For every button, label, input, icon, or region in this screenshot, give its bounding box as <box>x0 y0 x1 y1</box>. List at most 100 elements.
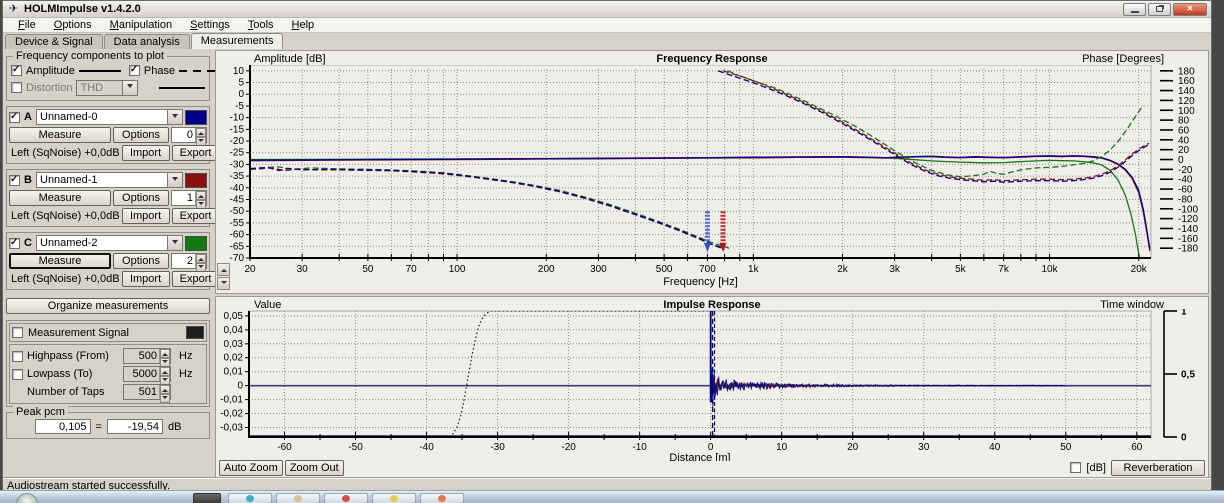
measurement-b-name-select[interactable]: Unnamed-1 <box>36 172 183 188</box>
minimize-button[interactable] <box>1123 3 1146 16</box>
distance-tick-label: -10 <box>632 442 647 453</box>
peak-pcm-input[interactable] <box>35 419 91 434</box>
lowpass-spinner[interactable]: 5000 <box>123 366 171 382</box>
auto-zoom-button[interactable]: Auto Zoom <box>219 460 283 476</box>
scroll-down-button[interactable] <box>217 277 230 290</box>
spin-up-icon[interactable] <box>160 367 170 376</box>
distortion-checkbox[interactable] <box>11 82 22 93</box>
peak-db-input[interactable] <box>107 419 163 434</box>
highpass-checkbox[interactable] <box>12 351 23 362</box>
frequency-tick-label: 200 <box>538 264 555 275</box>
value-tick-label: 0,03 <box>224 339 244 350</box>
close-icon: ✕ <box>1187 5 1194 13</box>
measurement-c-info: Left (SqNoise) +0,0dB <box>9 273 120 285</box>
frequency-tick-label: 3k <box>889 264 901 275</box>
distance-tick-label: 60 <box>1131 442 1143 453</box>
equals-label: = <box>96 421 102 433</box>
measurement-c-name-select[interactable]: Unnamed-2 <box>36 235 183 251</box>
amplitude-tick-label: -5 <box>235 101 244 112</box>
measurement-b-index-spinner[interactable]: 1 <box>171 190 207 206</box>
measurement-signal-checkbox[interactable] <box>12 327 23 338</box>
distance-tick-label: -50 <box>348 442 363 453</box>
taskbar-icon <box>246 495 254 502</box>
taskbar-icon <box>342 495 350 502</box>
group-title: Frequency components to plot <box>13 50 167 62</box>
measure-a-button[interactable]: Measure <box>9 127 111 143</box>
import-b-button[interactable]: Import <box>122 208 170 224</box>
tab-device-signal[interactable]: Device & Signal <box>5 34 103 49</box>
options-c-button[interactable]: Options <box>113 253 169 269</box>
menu-item-help[interactable]: Help <box>283 18 324 32</box>
noise-trace <box>711 377 1065 402</box>
spin-down-icon[interactable] <box>160 394 170 403</box>
impulse-response-plot[interactable]: 0,050,040,030,020,010-0,01-0,02-0,03-60-… <box>216 309 1210 461</box>
amplitude-checkbox[interactable] <box>11 65 22 76</box>
title-bar[interactable]: ✈ HOLMImpulse v1.4.2.0 ✕ <box>3 1 1211 18</box>
phase-axis-label: Phase [Degrees] <box>1082 53 1164 65</box>
measurement-a-checkbox[interactable] <box>9 112 20 123</box>
distortion-type-select[interactable]: THD <box>76 80 138 96</box>
frequency-tick-label: 10k <box>1041 264 1058 275</box>
measure-c-button[interactable]: Measure <box>9 253 111 269</box>
measurement-c-checkbox[interactable] <box>9 238 20 249</box>
highpass-spinner[interactable]: 500 <box>123 348 171 364</box>
measurement-a-index-spinner[interactable]: 0 <box>171 127 207 143</box>
amplitude-tick-label: -50 <box>230 206 245 217</box>
distance-tick-label: 40 <box>989 442 1001 453</box>
noise-trace <box>711 366 1065 395</box>
import-c-button[interactable]: Import <box>122 271 170 287</box>
lowpass-checkbox[interactable] <box>12 369 23 380</box>
window-tick-label: 0 <box>1181 433 1187 444</box>
measurement-a-color-swatch[interactable] <box>185 110 207 125</box>
amplitude-tick-label: -55 <box>230 218 245 229</box>
app-window: ✈ HOLMImpulse v1.4.2.0 ✕ FileOptionsMani… <box>2 0 1212 490</box>
value-tick-label: 0,02 <box>224 353 244 364</box>
series-A-phase-high <box>718 71 1149 182</box>
restore-button[interactable] <box>1148 3 1171 16</box>
taskbar-button[interactable] <box>193 493 221 503</box>
measurement-signal-color-swatch[interactable] <box>186 326 204 339</box>
options-b-button[interactable]: Options <box>113 190 169 206</box>
menu-item-manipulation[interactable]: Manipulation <box>101 18 181 32</box>
amplitude-tick-label: -70 <box>230 253 245 264</box>
frequency-response-plot[interactable]: 1050-5-10-15-20-25-30-35-40-45-50-55-60-… <box>216 65 1210 293</box>
organize-measurements-button[interactable]: Organize measurements <box>6 298 210 314</box>
menu-item-tools[interactable]: Tools <box>239 18 283 32</box>
spin-up-icon[interactable] <box>196 254 206 263</box>
measurement-a-name-select[interactable]: Unnamed-0 <box>36 109 183 125</box>
measurement-b-checkbox[interactable] <box>9 175 20 186</box>
amplitude-tick-label: 0 <box>238 89 244 100</box>
value-tick-label: 0,01 <box>224 367 244 378</box>
import-a-button[interactable]: Import <box>122 145 170 161</box>
menu-item-file[interactable]: File <box>9 18 45 32</box>
db-checkbox[interactable] <box>1070 462 1081 473</box>
frequency-tick-label: 500 <box>656 264 673 275</box>
tab-measurements[interactable]: Measurements <box>191 33 284 49</box>
time-window-curve <box>449 311 713 437</box>
spin-up-icon[interactable] <box>160 385 170 394</box>
taps-spinner[interactable]: 501 <box>123 384 171 400</box>
amplitude-tick-label: -60 <box>230 230 245 241</box>
menu-item-options[interactable]: Options <box>45 18 101 32</box>
close-button[interactable]: ✕ <box>1173 3 1207 16</box>
distance-tick-label: -30 <box>490 442 505 453</box>
frequency-response-series <box>250 71 1150 258</box>
amplitude-tick-label: 10 <box>233 66 245 77</box>
spin-up-icon[interactable] <box>196 128 206 137</box>
tab-data-analysis[interactable]: Data analysis <box>104 34 190 49</box>
start-button[interactable] <box>16 493 38 503</box>
options-a-button[interactable]: Options <box>113 127 169 143</box>
spin-up-icon[interactable] <box>196 191 206 200</box>
measure-b-button[interactable]: Measure <box>9 190 111 206</box>
phase-checkbox[interactable] <box>129 65 140 76</box>
reverberation-button[interactable]: Reverberation <box>1111 460 1205 476</box>
scroll-up-button[interactable] <box>217 263 230 276</box>
menu-item-settings[interactable]: Settings <box>181 18 239 32</box>
measurement-b-color-swatch[interactable] <box>185 173 207 188</box>
zoom-out-button[interactable]: Zoom Out <box>285 460 344 476</box>
series-C-phase-low <box>250 167 729 248</box>
distance-tick-label: 50 <box>1060 442 1072 453</box>
measurement-c-color-swatch[interactable] <box>185 236 207 251</box>
measurement-c-index-spinner[interactable]: 2 <box>171 253 207 269</box>
spin-up-icon[interactable] <box>160 349 170 358</box>
